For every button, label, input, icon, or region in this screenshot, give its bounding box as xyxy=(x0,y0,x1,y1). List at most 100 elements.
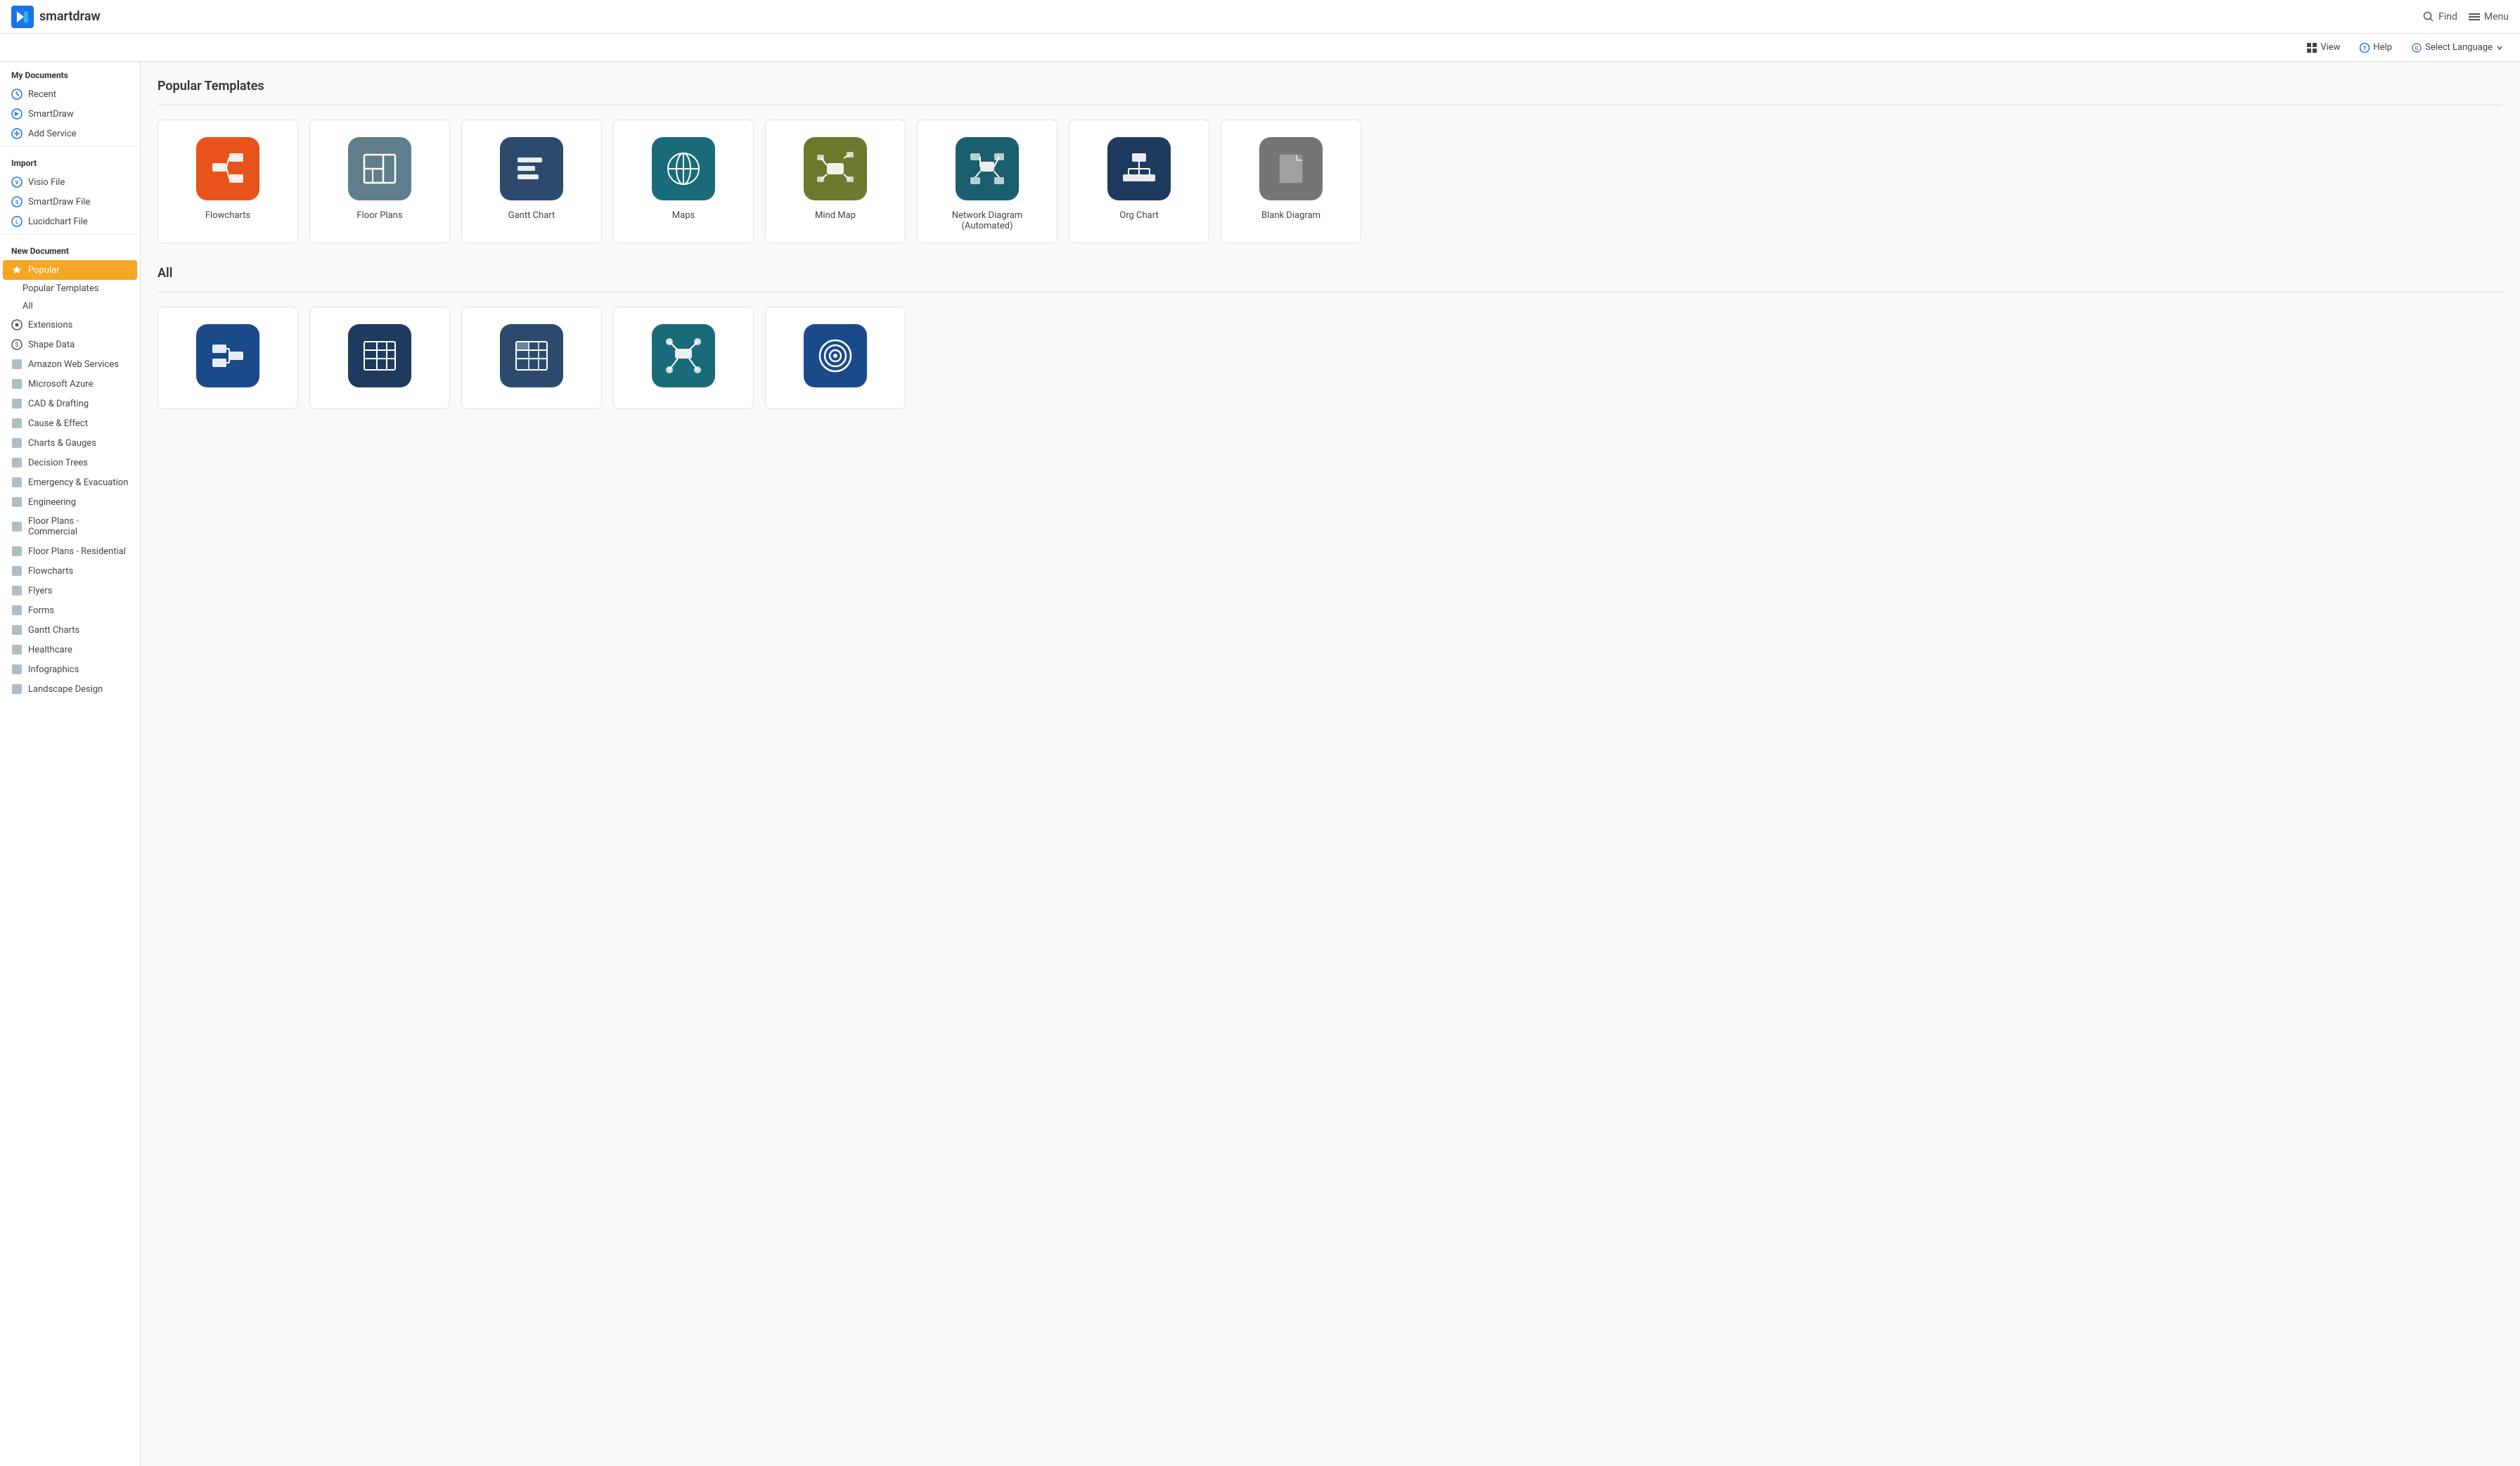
mind-map-label: Mind Map xyxy=(815,210,856,221)
sidebar-list-icon-6 xyxy=(11,477,22,488)
flowcharts-icon xyxy=(207,148,249,190)
visio-icon: V xyxy=(11,176,22,188)
sidebar-item-gantt-charts[interactable]: Gantt Charts xyxy=(0,620,140,640)
sidebar-list-label-1: Microsoft Azure xyxy=(28,379,93,390)
blank-icon-wrap xyxy=(1259,137,1323,200)
my-documents-label: My Documents xyxy=(0,62,140,84)
sidebar-list-icon-8 xyxy=(11,521,22,532)
sidebar-item-flowcharts[interactable]: Flowcharts xyxy=(0,561,140,581)
network-label: Network Diagram (Automated) xyxy=(929,210,1046,231)
sidebar-list-icon-12 xyxy=(11,605,22,616)
smartdraw-icon xyxy=(11,108,22,120)
smartdraw-file-label: SmartDraw File xyxy=(28,197,90,207)
language-label: Select Language xyxy=(2425,42,2493,53)
org-chart-icon-wrap xyxy=(1107,137,1171,200)
visio-file-label: Visio File xyxy=(28,177,65,188)
view-icon xyxy=(2307,43,2317,53)
gantt-icon xyxy=(510,148,553,190)
sidebar-item-cause---effect[interactable]: Cause & Effect xyxy=(0,413,140,433)
sidebar-list-label-5: Decision Trees xyxy=(28,458,88,468)
google-icon: G xyxy=(2412,43,2422,53)
sidebar-item-smartdraw-file[interactable]: S SmartDraw File xyxy=(0,192,140,212)
maps-icon xyxy=(662,148,705,190)
sidebar-list-label-6: Emergency & Evacuation xyxy=(28,477,128,488)
sidebar-list-icon-7 xyxy=(11,496,22,508)
search-label: Find xyxy=(2438,11,2457,22)
sidebar-sub-all[interactable]: All xyxy=(0,297,140,315)
language-button[interactable]: G Select Language xyxy=(2406,39,2509,56)
logo-area: smartdraw xyxy=(11,6,152,28)
floor-plans-icon xyxy=(359,148,401,190)
org-chart-label: Org Chart xyxy=(1119,210,1158,221)
help-label: Help xyxy=(2373,42,2392,53)
popular-section-title: Popular Templates xyxy=(158,79,2503,94)
template-card-all-5[interactable] xyxy=(765,307,906,409)
sidebar-item-healthcare[interactable]: Healthcare xyxy=(0,640,140,660)
sidebar-item-smartdraw[interactable]: SmartDraw xyxy=(0,104,140,124)
sidebar-list-label-7: Engineering xyxy=(28,497,76,508)
help-button[interactable]: ? Help xyxy=(2354,39,2398,56)
sidebar-list-icon-14 xyxy=(11,644,22,655)
template-card-floor-plans[interactable]: Floor Plans xyxy=(309,120,450,243)
blank-label: Blank Diagram xyxy=(1261,210,1320,221)
header-right: Find Menu xyxy=(2423,11,2509,22)
smartdraw-label: SmartDraw xyxy=(28,109,74,120)
search-button[interactable]: Find xyxy=(2423,11,2457,22)
menu-icon xyxy=(2469,11,2480,22)
sidebar-list-label-14: Healthcare xyxy=(28,645,72,655)
main-layout: My Documents Recent SmartDraw Add Servic… xyxy=(0,62,2520,1466)
template-card-all-1[interactable] xyxy=(158,307,298,409)
all-5-icon-wrap xyxy=(804,324,867,387)
extensions-icon xyxy=(11,319,22,330)
sidebar-item-lucidchart-file[interactable]: L Lucidchart File xyxy=(0,212,140,231)
sidebar-item-shape-data[interactable]: $ Shape Data xyxy=(0,335,140,354)
sidebar-item-microsoft-azure[interactable]: Microsoft Azure xyxy=(0,374,140,394)
template-card-all-2[interactable] xyxy=(309,307,450,409)
sidebar-sub-popular-templates[interactable]: Popular Templates xyxy=(0,280,140,297)
template-card-all-3[interactable] xyxy=(461,307,602,409)
template-card-network[interactable]: Network Diagram (Automated) xyxy=(917,120,1058,243)
sidebar-item-flyers[interactable]: Flyers xyxy=(0,581,140,600)
sidebar-item-decision-trees[interactable]: Decision Trees xyxy=(0,453,140,472)
flowcharts-label: Flowcharts xyxy=(205,210,250,221)
all-template-grid xyxy=(158,307,2503,409)
sidebar-item-extensions[interactable]: Extensions xyxy=(0,315,140,335)
divider-2 xyxy=(0,234,140,235)
template-card-flowcharts[interactable]: Flowcharts xyxy=(158,120,298,243)
template-card-blank[interactable]: Blank Diagram xyxy=(1221,120,1361,243)
svg-text:?: ? xyxy=(2363,46,2367,53)
template-card-gantt[interactable]: Gantt Chart xyxy=(461,120,602,243)
template-card-org-chart[interactable]: Org Chart xyxy=(1069,120,1209,243)
sidebar-item-engineering[interactable]: Engineering xyxy=(0,492,140,512)
menu-button[interactable]: Menu xyxy=(2469,11,2509,22)
sidebar-list-label-9: Floor Plans - Residential xyxy=(28,546,126,557)
sidebar-item-recent[interactable]: Recent xyxy=(0,84,140,104)
all-2-icon xyxy=(359,335,401,377)
sidebar-item-amazon-web-services[interactable]: Amazon Web Services xyxy=(0,354,140,374)
all-3-icon-wrap xyxy=(500,324,563,387)
sidebar-list-icon-16 xyxy=(11,683,22,695)
sidebar-item-landscape-design[interactable]: Landscape Design xyxy=(0,679,140,699)
sidebar-list-label-13: Gantt Charts xyxy=(28,625,79,636)
sidebar-item-cad---drafting[interactable]: CAD & Drafting xyxy=(0,394,140,413)
all-section-title: All xyxy=(158,266,2503,281)
sidebar-item-charts---gauges[interactable]: Charts & Gauges xyxy=(0,433,140,453)
lucidchart-icon: L xyxy=(11,216,22,227)
sidebar-list-icon-11 xyxy=(11,585,22,596)
sidebar-item-visio-file[interactable]: V Visio File xyxy=(0,172,140,192)
sidebar-list-icon-5 xyxy=(11,457,22,468)
template-card-all-4[interactable] xyxy=(613,307,754,409)
all-1-icon-wrap xyxy=(196,324,259,387)
sidebar-item-floor-plans---residential[interactable]: Floor Plans - Residential xyxy=(0,541,140,561)
sidebar-item-floor-plans---commercial[interactable]: Floor Plans - Commercial xyxy=(0,512,140,541)
sidebar-item-add-service[interactable]: Add Service xyxy=(0,124,140,143)
all-2-icon-wrap xyxy=(348,324,411,387)
sidebar-item-infographics[interactable]: Infographics xyxy=(0,660,140,679)
template-card-maps[interactable]: Maps xyxy=(613,120,754,243)
floor-plans-icon-wrap xyxy=(348,137,411,200)
sidebar-item-forms[interactable]: Forms xyxy=(0,600,140,620)
view-button[interactable]: View xyxy=(2301,39,2346,56)
template-card-mind-map[interactable]: Mind Map xyxy=(765,120,906,243)
sidebar-item-emergency---evacuation[interactable]: Emergency & Evacuation xyxy=(0,472,140,492)
sidebar-item-popular[interactable]: Popular xyxy=(3,260,137,280)
